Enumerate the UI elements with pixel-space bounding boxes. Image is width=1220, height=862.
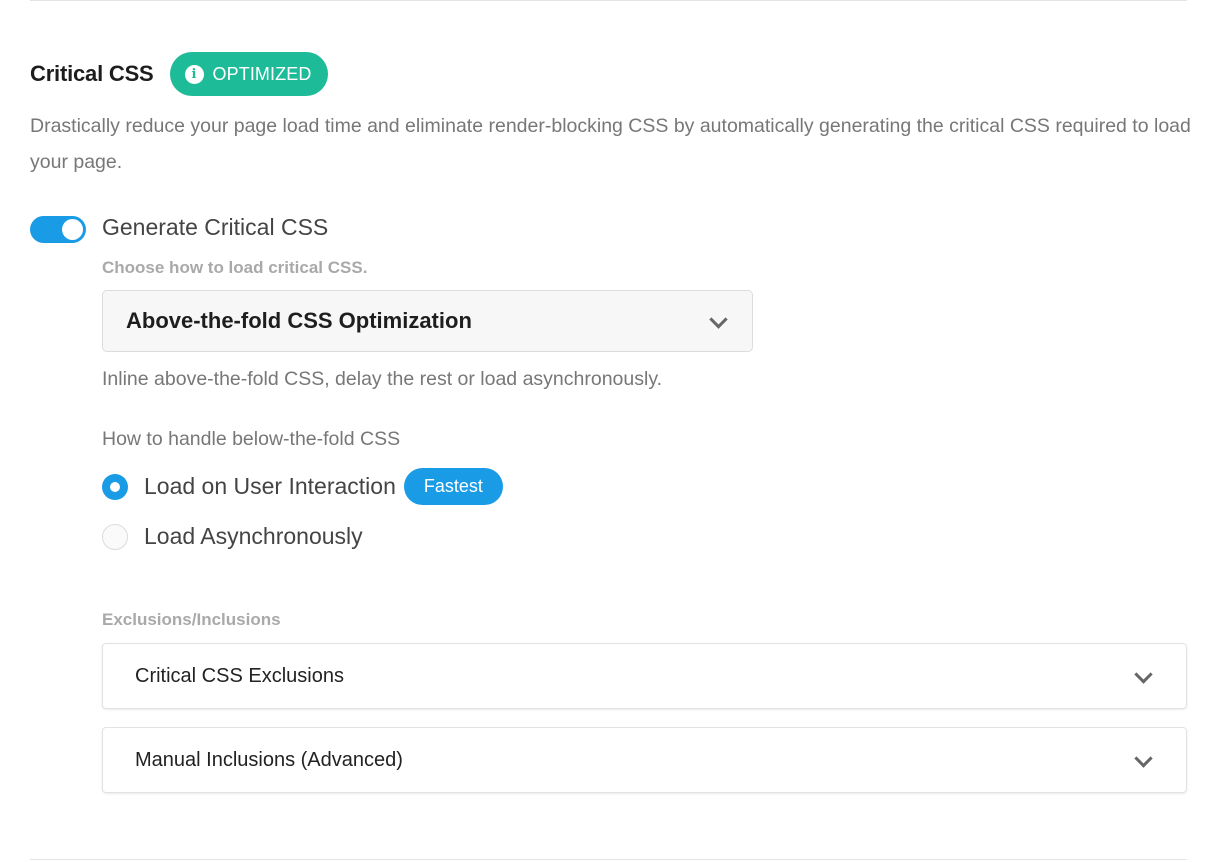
radio-option-label: Load on User Interaction [144,473,396,499]
accordion-manual-inclusions[interactable]: Manual Inclusions (Advanced) [102,727,1187,793]
status-badge: i OPTIMIZED [169,52,329,96]
load-method-label: Choose how to load critical CSS. [102,258,368,277]
radio-option-user-interaction[interactable]: Load on User Interaction Fastest [102,468,503,505]
radio-selected-icon[interactable] [102,473,128,500]
toggle-knob [62,219,83,240]
radio-option-label: Load Asynchronously [144,523,363,549]
chevron-down-icon [1134,665,1153,684]
load-method-value: Above-the-fold CSS Optimization [126,308,472,333]
bottom-divider [30,859,1187,860]
load-method-select[interactable]: Above-the-fold CSS Optimization [102,290,753,352]
chevron-down-icon [1134,749,1153,768]
exclusions-label: Exclusions/Inclusions [102,610,281,629]
radio-option-async[interactable]: Load Asynchronously [102,523,363,550]
section-description: Drastically reduce your page load time a… [30,115,1191,173]
info-icon: i [184,64,204,84]
load-method-hint: Inline above-the-fold CSS, delay the res… [102,368,663,390]
generate-critical-css-toggle[interactable] [30,216,86,243]
radio-unselected-icon[interactable] [102,523,128,550]
top-divider [30,0,1187,1]
section-header: Critical CSS i OPTIMIZED [30,52,329,96]
accordion-critical-css-exclusions[interactable]: Critical CSS Exclusions [102,643,1187,709]
accordion-title: Manual Inclusions (Advanced) [135,748,403,771]
accordion-title: Critical CSS Exclusions [135,664,344,687]
status-badge-label: OPTIMIZED [212,63,312,84]
chevron-down-icon [709,310,728,329]
generate-critical-css-label: Generate Critical CSS [102,214,329,240]
fastest-badge: Fastest [403,468,503,505]
below-fold-label: How to handle below-the-fold CSS [102,428,401,450]
section-title: Critical CSS [30,61,154,86]
